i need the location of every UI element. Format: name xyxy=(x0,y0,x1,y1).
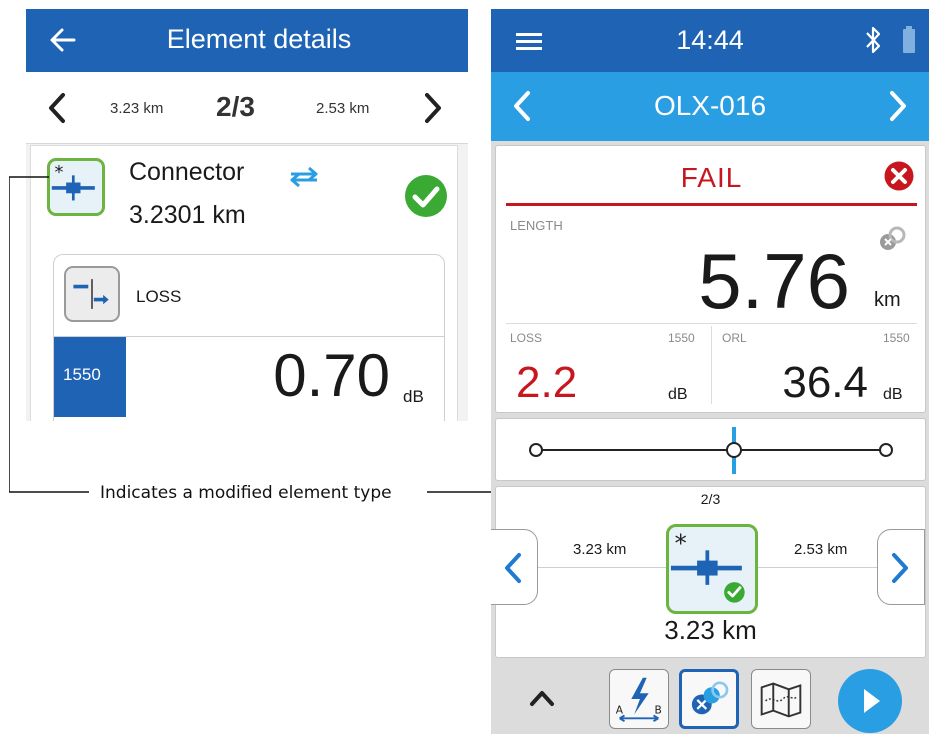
fail-x-icon xyxy=(884,161,914,191)
lightning-ab-icon: A B xyxy=(616,677,662,723)
loss-unit: dB xyxy=(668,386,688,403)
page-title: Element details xyxy=(166,24,352,54)
element-distance: 3.23 km xyxy=(664,615,757,645)
map-view-button[interactable] xyxy=(751,669,811,729)
next-distance: 2.53 km xyxy=(791,541,851,558)
title-bar: OLX-016 xyxy=(491,72,929,141)
clock: 14:44 xyxy=(676,25,744,55)
next-element-button[interactable] xyxy=(877,529,925,605)
chevron-up-icon[interactable] xyxy=(529,689,555,707)
device-screen: 14:44 OLX-016 FAIL LENGTH 5.76 km LOSS 1… xyxy=(491,9,929,734)
connector-icon[interactable]: * xyxy=(666,524,758,614)
element-position: 2/3 xyxy=(700,491,721,507)
fiber-name: OLX-016 xyxy=(653,90,767,121)
element-position: 2/3 xyxy=(216,91,255,122)
previous-element-button[interactable] xyxy=(491,529,538,605)
element-view-card: 2/3 3.23 km * 2.53 km 3.23 km xyxy=(491,486,927,658)
length-value: 5.76 xyxy=(698,237,850,325)
length-label: LENGTH xyxy=(510,218,563,233)
element-navigator: 3.23 km 2/3 2.53 km xyxy=(26,72,468,144)
previous-distance: 3.23 km xyxy=(570,541,630,558)
link-view-icon[interactable] xyxy=(877,224,909,252)
loss-value: 2.2 xyxy=(516,358,578,407)
label-b: B xyxy=(654,704,661,717)
slider-node[interactable] xyxy=(879,443,893,457)
result-card: FAIL LENGTH 5.76 km LOSS 1550 ORL 1550 2… xyxy=(495,145,926,413)
bluetooth-icon xyxy=(866,26,881,54)
ab-measurement-button[interactable]: A B xyxy=(609,669,669,729)
loss-label: LOSS xyxy=(510,331,543,345)
orl-label: ORL xyxy=(722,331,747,345)
element-details-header: Element details xyxy=(26,9,468,72)
map-icon xyxy=(760,682,802,718)
verdict-row: FAIL xyxy=(506,146,917,206)
link-view-button[interactable] xyxy=(679,669,739,729)
status-bar: 14:44 xyxy=(491,9,929,72)
modified-marker: * xyxy=(675,528,687,557)
loss-wavelength: 1550 xyxy=(668,331,695,345)
orl-wavelength: 1550 xyxy=(883,331,910,345)
bottom-toolbar: A B xyxy=(491,659,929,734)
chevron-right-icon xyxy=(892,553,908,583)
next-distance: 2.53 km xyxy=(316,100,370,117)
play-icon xyxy=(864,689,880,713)
slider-node[interactable] xyxy=(529,443,543,457)
next-element-icon[interactable] xyxy=(422,92,444,124)
start-test-button[interactable] xyxy=(838,669,902,733)
slider-node-selected[interactable] xyxy=(726,442,742,458)
divider xyxy=(711,326,712,404)
chevron-left-icon xyxy=(505,553,521,583)
previous-distance: 3.23 km xyxy=(110,100,164,117)
orl-unit: dB xyxy=(883,386,903,403)
length-unit: km xyxy=(874,289,901,311)
next-result-icon[interactable] xyxy=(887,90,909,122)
label-a: A xyxy=(616,704,624,717)
divider xyxy=(506,323,917,324)
orl-value: 36.4 xyxy=(782,358,868,407)
annotation-text: Indicates a modified element type xyxy=(100,483,392,503)
link-view-icon xyxy=(691,681,729,715)
element-slider[interactable] xyxy=(495,418,926,481)
battery-icon xyxy=(903,26,915,53)
verdict-text: FAIL xyxy=(680,162,743,193)
previous-element-icon[interactable] xyxy=(46,92,68,124)
